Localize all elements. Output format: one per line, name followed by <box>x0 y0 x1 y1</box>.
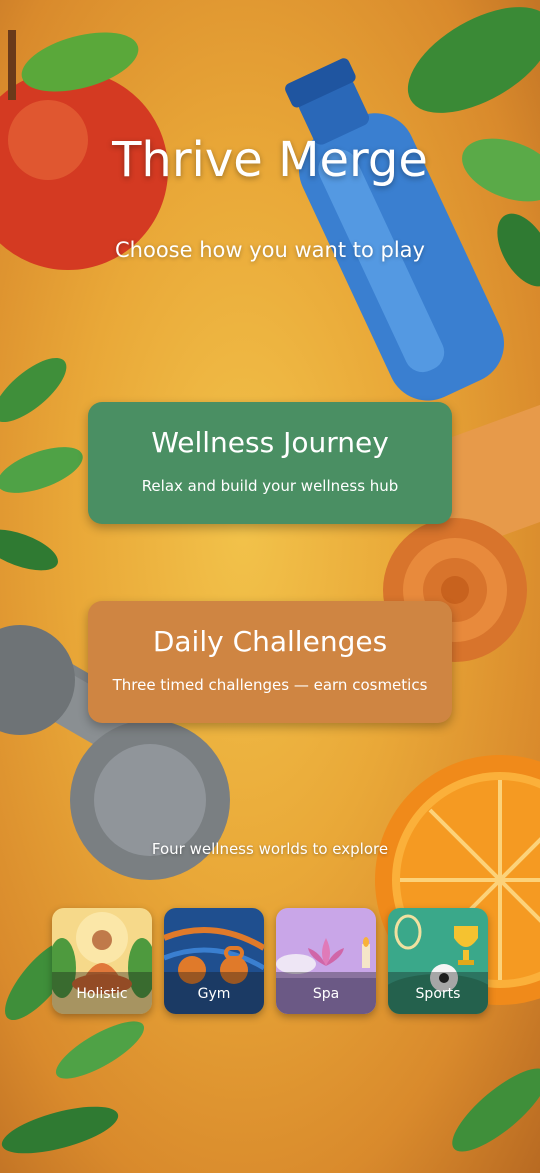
world-label-spa: Spa <box>276 972 376 1014</box>
world-card-sports[interactable]: Sports <box>388 908 488 1014</box>
daily-challenges-title: Daily Challenges <box>152 625 388 658</box>
game-subtitle: Choose how you want to play <box>115 238 425 262</box>
world-label-gym: Gym <box>164 972 264 1014</box>
wellness-journey-button[interactable]: Wellness Journey Relax and build your we… <box>88 402 452 524</box>
world-card-gym[interactable]: Gym <box>164 908 264 1014</box>
wellness-journey-description: Relax and build your wellness hub <box>141 477 399 495</box>
wellness-journey-title: Wellness Journey <box>151 426 389 459</box>
world-label-sports: Sports <box>388 972 488 1014</box>
world-card-spa[interactable]: Spa <box>276 908 376 1014</box>
daily-challenges-description: Three timed challenges — earn cosmetics <box>112 676 428 694</box>
game-title: Thrive Merge <box>112 132 428 188</box>
worlds-caption: Four wellness worlds to explore <box>151 840 389 858</box>
world-label-holistic: Holistic <box>52 972 152 1014</box>
daily-challenges-button[interactable]: Daily Challenges Three timed challenges … <box>88 601 452 723</box>
world-card-holistic[interactable]: Holistic <box>52 908 152 1014</box>
